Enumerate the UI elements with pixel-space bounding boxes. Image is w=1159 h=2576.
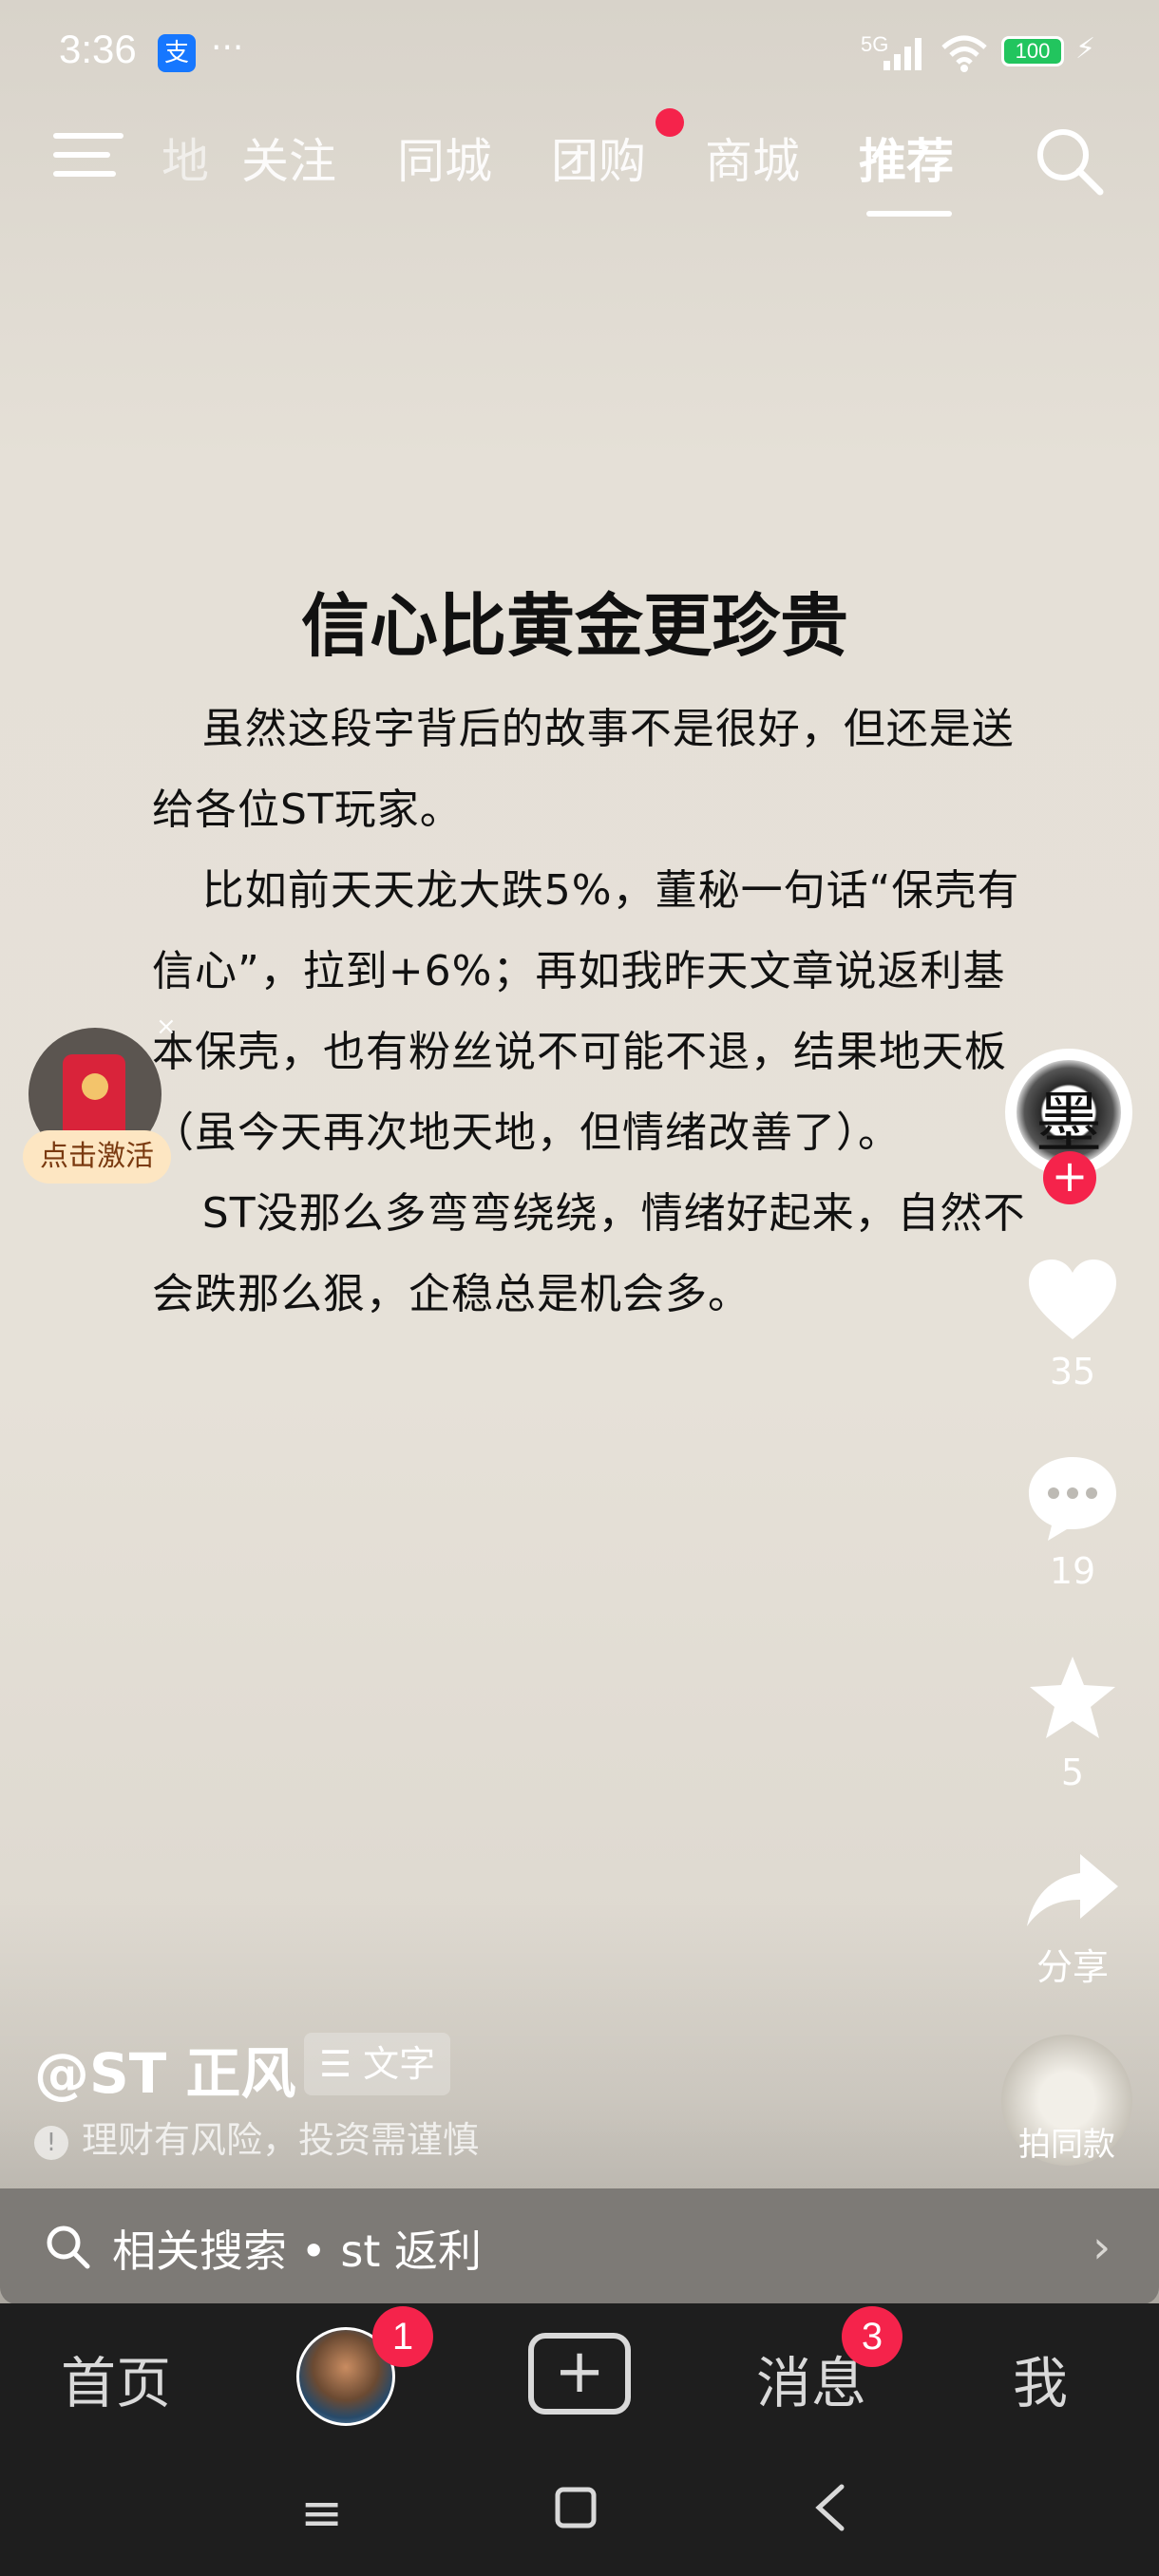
battery-icon: 100 bbox=[1001, 36, 1064, 66]
search-icon[interactable] bbox=[1034, 125, 1104, 196]
status-time: 3:36 bbox=[59, 27, 137, 71]
coin-icon bbox=[82, 1073, 108, 1100]
back-icon[interactable] bbox=[813, 2483, 847, 2532]
comment-count: 19 bbox=[1049, 1550, 1096, 1592]
related-search-text: 相关搜索 • st 返利 bbox=[112, 2226, 483, 2277]
article-paragraph: 比如前天天龙大跌5%，董秘一句话“保壳有信心”，拉到+6%；再如我昨天文章说返利… bbox=[152, 866, 1020, 1157]
share-label: 分享 bbox=[1036, 1946, 1109, 1988]
more-notifications-icon: ··· bbox=[211, 28, 244, 67]
favorite-count: 5 bbox=[1060, 1752, 1085, 1793]
risk-notice: ! 理财有风险，投资需谨慎 bbox=[34, 2111, 479, 2163]
text-tag-label: 文字 bbox=[363, 2043, 436, 2085]
tab-recommend[interactable]: 推荐 bbox=[859, 123, 954, 192]
article-title: 信心比黄金更珍贵 bbox=[300, 586, 848, 666]
share-icon bbox=[1027, 1854, 1118, 1926]
add-post-button[interactable]: + bbox=[528, 2333, 631, 2415]
tab-partial[interactable]: 地 bbox=[162, 123, 209, 192]
favorite-button[interactable]: 5 bbox=[1020, 1653, 1125, 1793]
star-icon bbox=[1030, 1657, 1115, 1738]
status-bar: 3:36 支 ··· 5G 100 ⚡ bbox=[0, 0, 1159, 104]
red-packet-label[interactable]: 点击激活 bbox=[23, 1130, 171, 1184]
tab-mall[interactable]: 商城 bbox=[705, 123, 800, 192]
comment-icon bbox=[1029, 1457, 1116, 1541]
share-button[interactable]: 分享 bbox=[1020, 1850, 1125, 1990]
nav-me[interactable]: 我 bbox=[1013, 2339, 1068, 2418]
tab-local[interactable]: 同城 bbox=[397, 123, 492, 192]
home-icon[interactable] bbox=[555, 2487, 597, 2529]
remix-label[interactable]: 拍同款 bbox=[1001, 2118, 1132, 2165]
tab-group-buy[interactable]: 团购 bbox=[551, 123, 646, 192]
signal-icon bbox=[884, 38, 922, 70]
like-count: 35 bbox=[1049, 1351, 1096, 1392]
alipay-icon: 支 bbox=[158, 34, 196, 72]
text-post-tag[interactable]: ☰ 文字 bbox=[304, 2033, 451, 2095]
text-lines-icon: ☰ bbox=[319, 2043, 364, 2085]
friends-badge: 1 bbox=[372, 2306, 433, 2367]
article-paragraph: 虽然这段字背后的故事不是很好，但还是送给各位ST玩家。 bbox=[152, 705, 1015, 834]
author-name[interactable]: @ST 正风 bbox=[34, 2029, 296, 2109]
article-content: 信心比黄金更珍贵 虽然这段字背后的故事不是很好，但还是送给各位ST玩家。 比如前… bbox=[152, 570, 1026, 1335]
search-icon bbox=[47, 2226, 90, 2269]
messages-badge: 3 bbox=[842, 2306, 902, 2367]
bolt-icon: ⚡ bbox=[1075, 32, 1096, 66]
wifi-icon bbox=[941, 35, 987, 72]
active-tab-indicator bbox=[866, 211, 952, 217]
menu-icon[interactable] bbox=[53, 133, 124, 188]
notification-dot bbox=[656, 108, 684, 137]
tab-following[interactable]: 关注 bbox=[241, 123, 336, 192]
info-icon: ! bbox=[34, 2125, 68, 2160]
like-button[interactable]: 35 bbox=[1020, 1256, 1125, 1392]
article-paragraph: ST没那么多弯弯绕绕，情绪好起来，自然不会跌那么狠，企稳总是机会多。 bbox=[152, 1189, 1026, 1318]
chevron-right-icon: › bbox=[1092, 2221, 1112, 2274]
comment-button[interactable]: 19 bbox=[1020, 1453, 1125, 1592]
red-packet-close-icon[interactable]: × bbox=[156, 1013, 177, 1041]
related-search-bar[interactable]: 相关搜索 • st 返利 › bbox=[0, 2188, 1159, 2304]
risk-notice-text: 理财有风险，投资需谨慎 bbox=[82, 2119, 480, 2161]
nav-home[interactable]: 首页 bbox=[61, 2339, 171, 2418]
follow-button[interactable]: + bbox=[1043, 1151, 1096, 1204]
heart-icon bbox=[1029, 1260, 1116, 1339]
recent-apps-icon[interactable]: ≡ bbox=[300, 2483, 343, 2543]
